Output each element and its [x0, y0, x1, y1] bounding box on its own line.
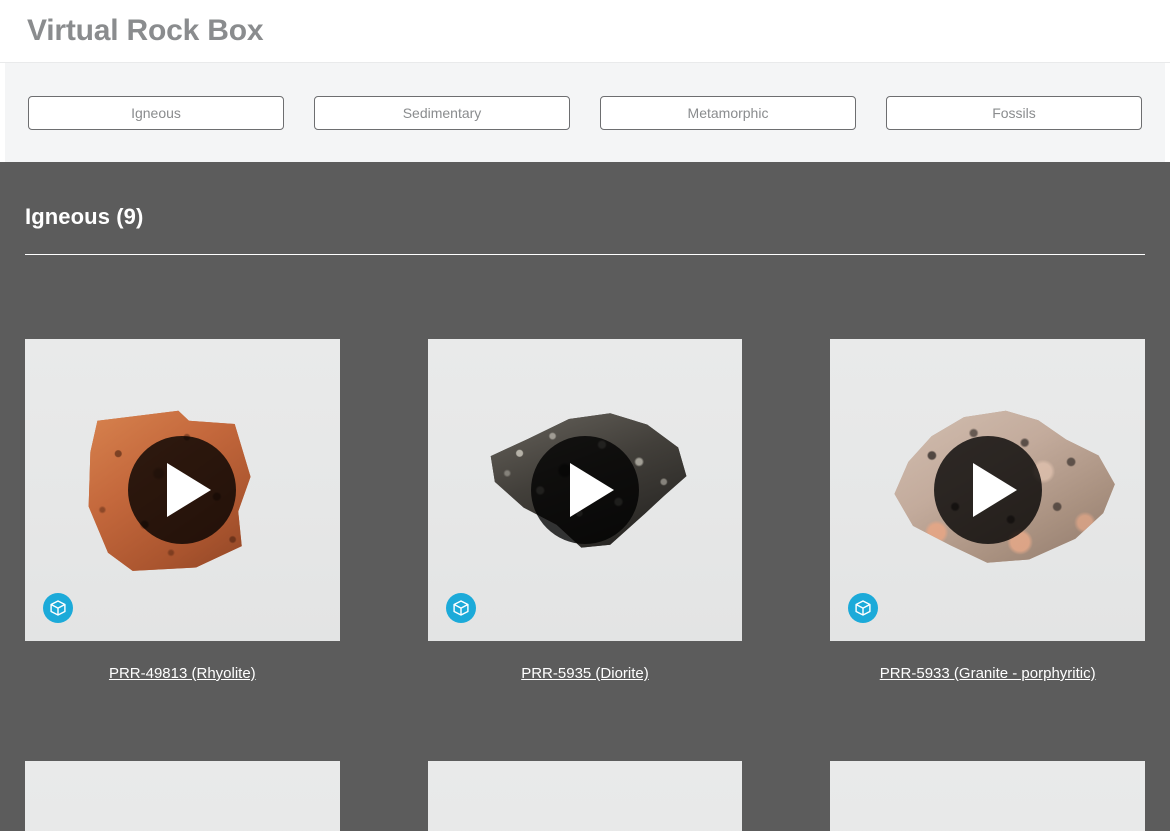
- content-area: Igneous (9) PRR-49813 (Rhyolite) PRR-593…: [0, 162, 1170, 831]
- rock-grid-row-2: [25, 683, 1145, 831]
- rock-thumbnail[interactable]: [830, 761, 1145, 831]
- rock-thumbnail-granite[interactable]: [830, 339, 1145, 641]
- rock-card: PRR-5933 (Granite - porphyritic): [830, 339, 1145, 683]
- rock-card: [25, 761, 340, 831]
- section-heading: Igneous (9): [25, 204, 144, 229]
- rock-card: PRR-49813 (Rhyolite): [25, 339, 340, 683]
- tab-sedimentary[interactable]: Sedimentary: [314, 95, 570, 130]
- tabbar-wrapper: Igneous Sedimentary Metamorphic Fossils: [0, 63, 1170, 162]
- rock-thumbnail-rhyolite[interactable]: [25, 339, 340, 641]
- play-icon[interactable]: [128, 436, 237, 544]
- tab-igneous-label: Igneous: [131, 104, 181, 121]
- page-title: Virtual Rock Box: [27, 14, 264, 47]
- sketchfab-cube-icon[interactable]: [43, 593, 73, 623]
- rock-card: [830, 761, 1145, 831]
- rock-thumbnail-diorite[interactable]: [427, 339, 743, 641]
- page-header: Virtual Rock Box: [0, 0, 1170, 63]
- category-tabbar: Igneous Sedimentary Metamorphic Fossils: [5, 63, 1165, 162]
- play-icon[interactable]: [933, 436, 1042, 544]
- tab-sedimentary-label: Sedimentary: [402, 104, 482, 121]
- rock-card: [427, 761, 743, 831]
- tab-fossils-label: Fossils: [992, 104, 1036, 121]
- sketchfab-cube-icon[interactable]: [445, 593, 476, 623]
- tab-metamorphic-label: Metamorphic: [687, 104, 769, 121]
- rock-link-rhyolite[interactable]: PRR-49813 (Rhyolite): [109, 665, 256, 683]
- rock-grid-row-1: PRR-49813 (Rhyolite) PRR-5935 (Diorite): [25, 255, 1145, 683]
- tab-igneous[interactable]: Igneous: [28, 95, 284, 130]
- rock-card: PRR-5935 (Diorite): [427, 339, 743, 683]
- tab-fossils[interactable]: Fossils: [886, 95, 1142, 130]
- rock-thumbnail[interactable]: [25, 761, 340, 831]
- sketchfab-cube-icon[interactable]: [848, 593, 879, 623]
- tab-metamorphic[interactable]: Metamorphic: [600, 95, 856, 130]
- rock-thumbnail[interactable]: [427, 761, 743, 831]
- rock-link-diorite[interactable]: PRR-5935 (Diorite): [521, 665, 649, 683]
- rock-link-granite[interactable]: PRR-5933 (Granite - porphyritic): [880, 665, 1096, 683]
- play-icon[interactable]: [530, 436, 639, 544]
